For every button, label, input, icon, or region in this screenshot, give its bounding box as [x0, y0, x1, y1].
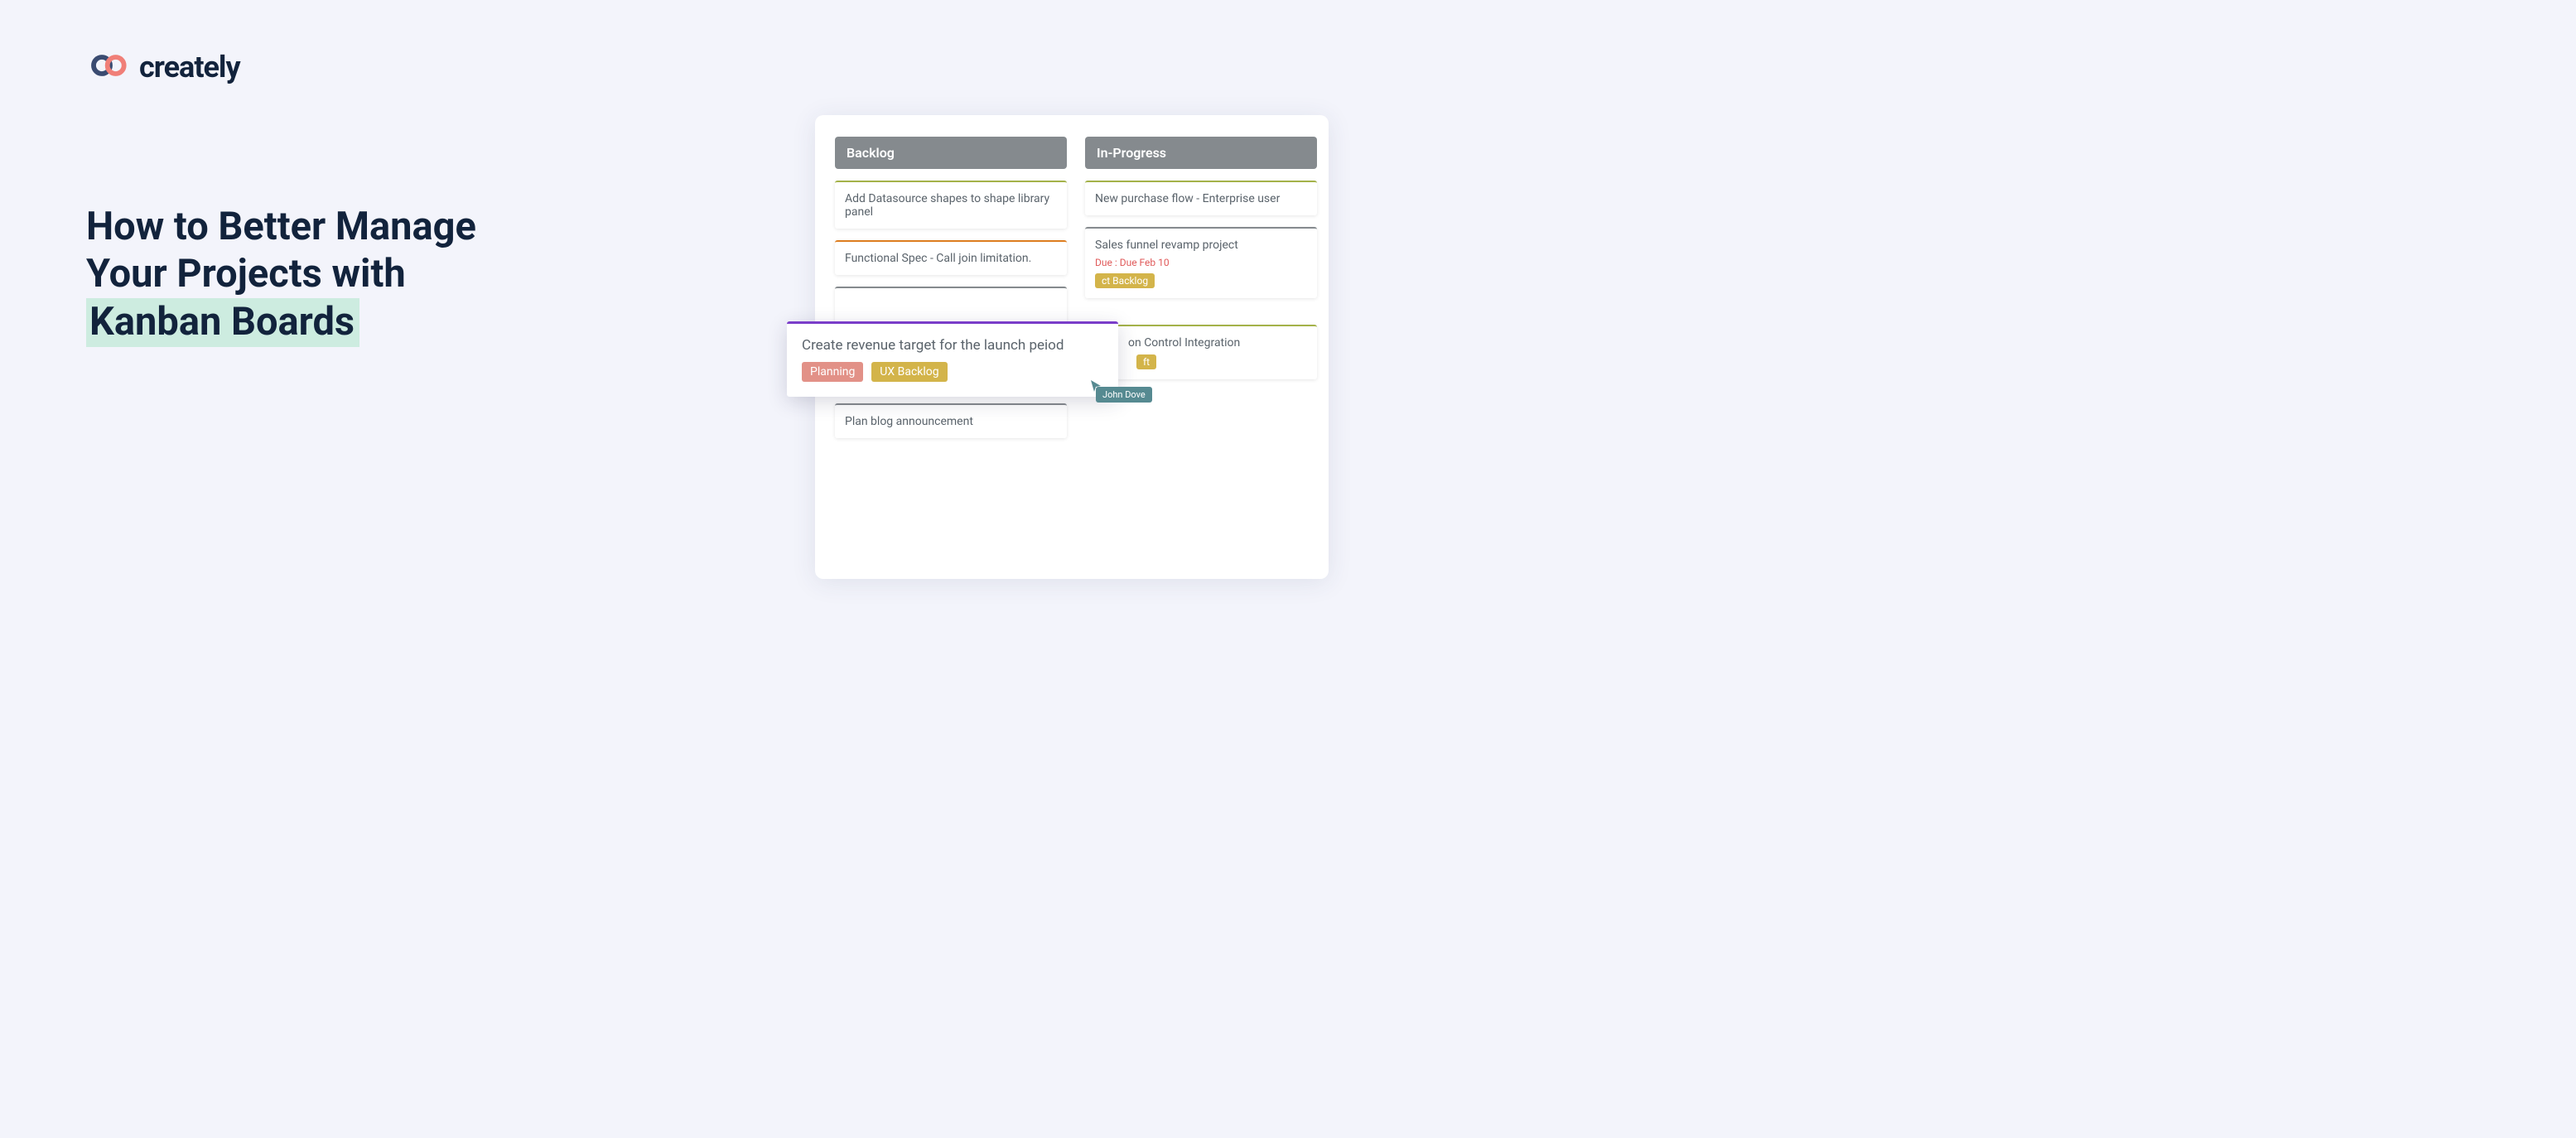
page-headline: How to Better Manage Your Projects with … — [86, 203, 476, 347]
kanban-column-in-progress: In-Progress New purchase flow - Enterpri… — [1085, 137, 1317, 557]
card-title: on Control Integration — [1128, 336, 1240, 350]
headline-highlight: Kanban Boards — [86, 298, 359, 347]
headline-line-1: How to Better Manage — [86, 204, 476, 249]
chip-ux-backlog[interactable]: UX Backlog — [871, 362, 947, 382]
card-title: Functional Spec - Call join limitation. — [845, 252, 1031, 265]
column-header[interactable]: Backlog — [835, 137, 1067, 169]
collaborator-name-label: John Dove — [1096, 387, 1152, 403]
kanban-card[interactable]: Add Datasource shapes to shape library p… — [835, 181, 1067, 229]
card-tag: ct Backlog — [1095, 273, 1155, 288]
headline-line-2: Your Projects with — [86, 251, 406, 297]
chip-planning[interactable]: Planning — [802, 362, 863, 382]
card-edit-popup[interactable]: Create revenue target for the launch pei… — [787, 321, 1118, 397]
card-title: New purchase flow - Enterprise user — [1095, 192, 1280, 205]
kanban-card[interactable]: Sales funnel revamp project Due : Due Fe… — [1085, 227, 1317, 298]
card-due-date: Due : Due Feb 10 — [1095, 257, 1307, 268]
brand-logo: creately — [89, 50, 240, 84]
kanban-card[interactable]: New purchase flow - Enterprise user — [1085, 181, 1317, 215]
card-title: Add Datasource shapes to shape library p… — [845, 192, 1049, 219]
collaborator-cursor: John Dove — [1089, 379, 1102, 393]
brand-name: creately — [139, 50, 240, 84]
infinity-rings-icon — [89, 53, 131, 81]
column-header[interactable]: In-Progress — [1085, 137, 1317, 169]
popup-card-title: Create revenue target for the launch pei… — [802, 337, 1103, 354]
card-title: Plan blog announcement — [845, 415, 973, 428]
kanban-card[interactable]: Plan blog announcement — [835, 403, 1067, 438]
kanban-card[interactable]: on Control Integration ft — [1085, 325, 1317, 379]
card-tag: ft — [1136, 354, 1156, 369]
card-title: Sales funnel revamp project — [1095, 239, 1238, 252]
kanban-card[interactable]: Functional Spec - Call join limitation. — [835, 240, 1067, 275]
